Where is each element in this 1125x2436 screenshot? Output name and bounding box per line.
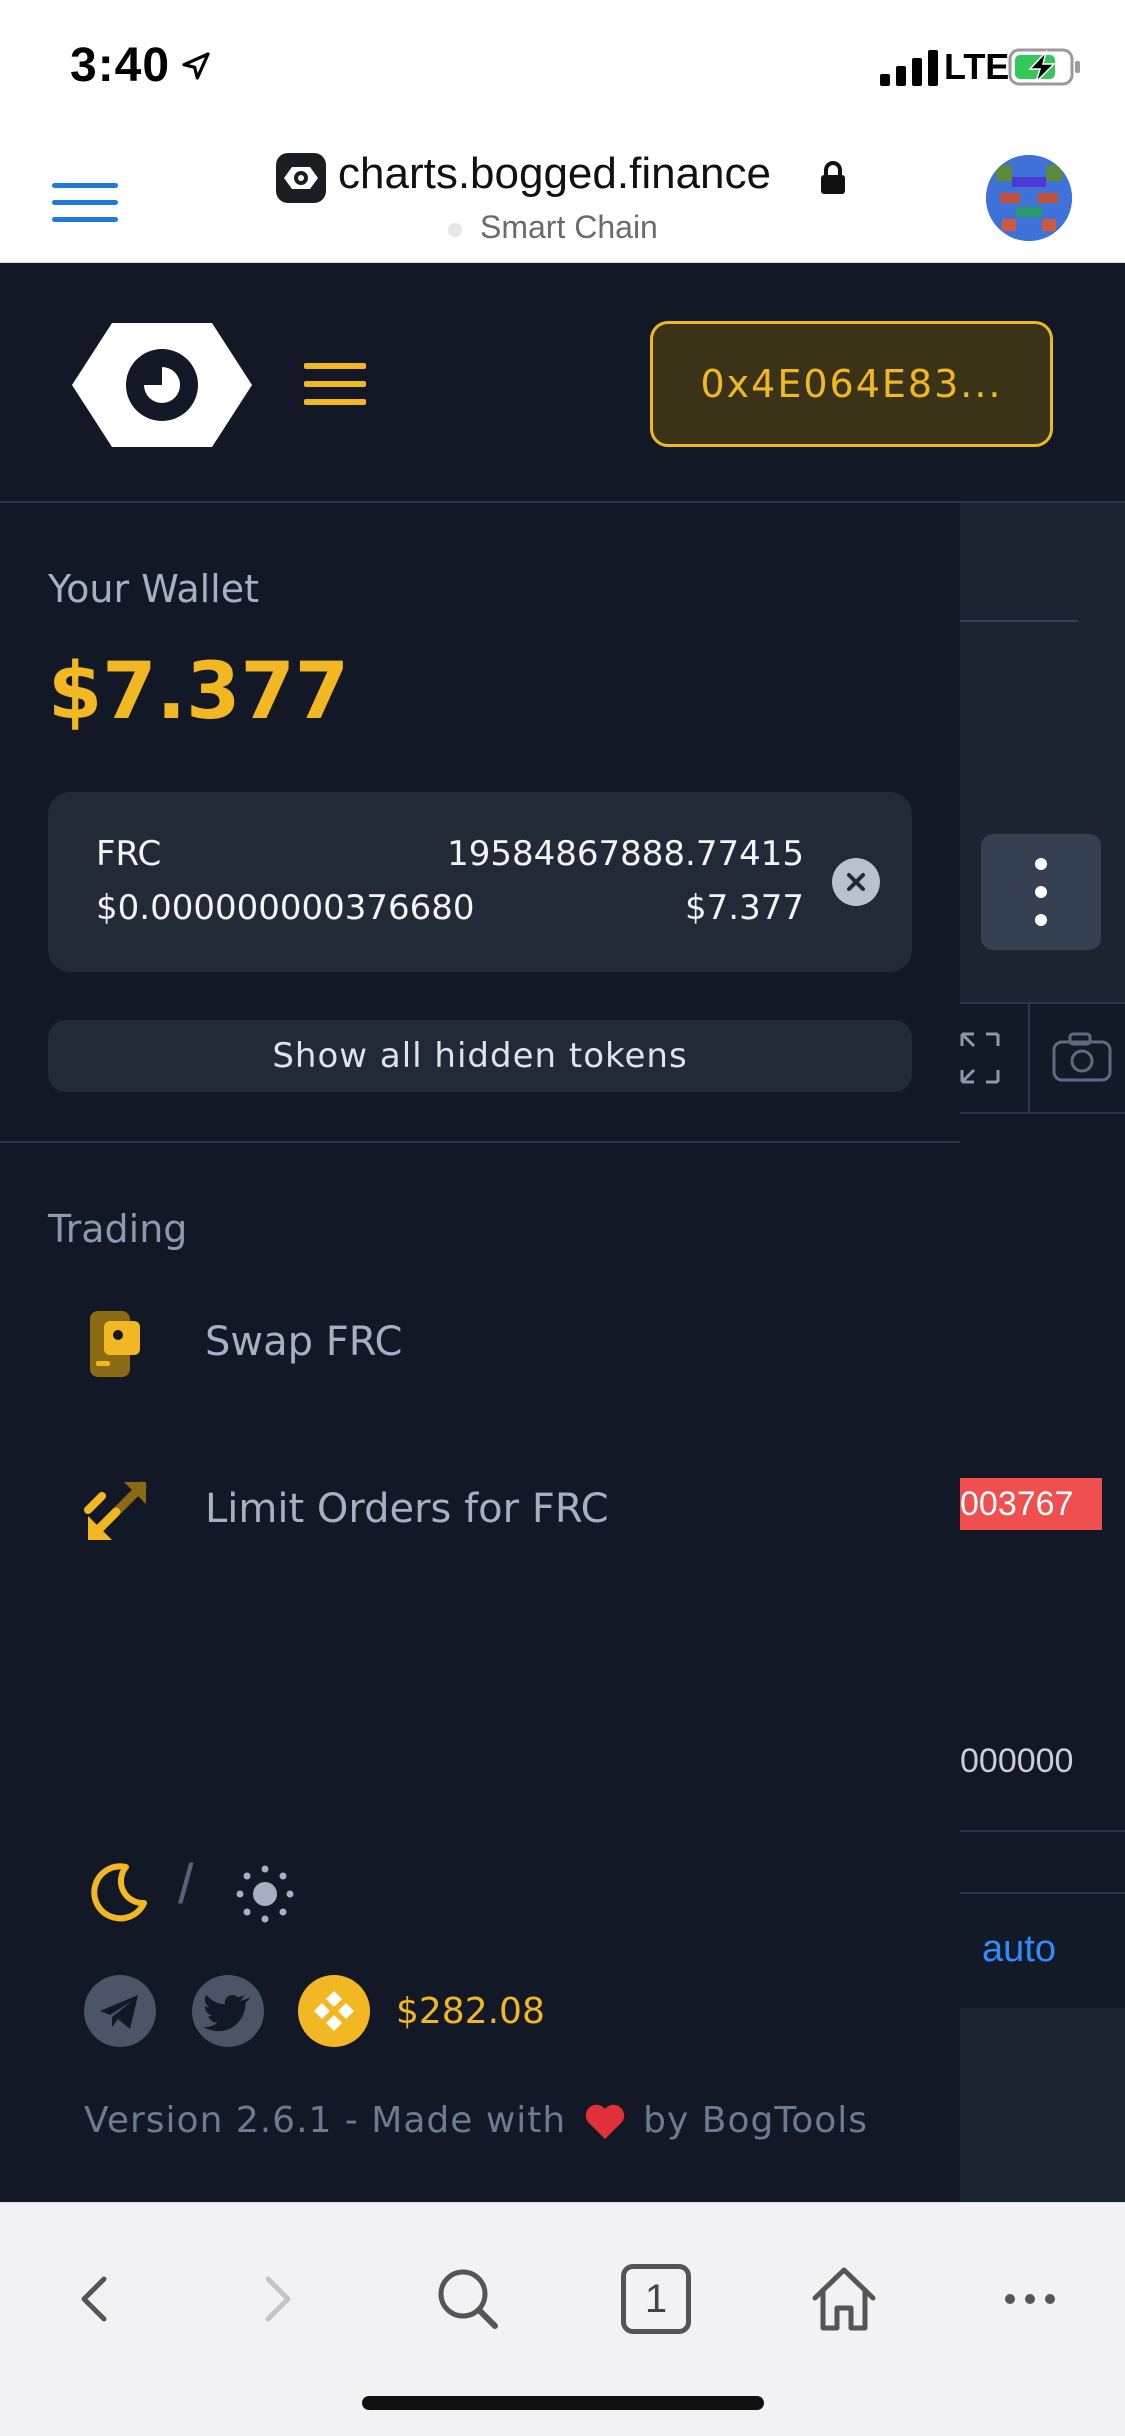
wallet-address-button[interactable]: 0x4E064E83... [650, 321, 1053, 447]
menu-item-label: Limit Orders for FRC [205, 1486, 609, 1532]
menu-item-swap[interactable]: Swap FRC [80, 1293, 840, 1403]
wallet-icon [90, 1311, 140, 1377]
theme-separator: / [178, 1852, 194, 1915]
fullscreen-icon[interactable] [960, 1030, 1000, 1086]
theme-toggle: / [86, 1851, 346, 1931]
bnb-icon [314, 1991, 354, 2031]
side-drawer: Your Wallet $7.377 FRC 19584867888.77415… [0, 505, 960, 2202]
background-divider [960, 620, 1078, 622]
menu-item-label: Swap FRC [205, 1319, 403, 1365]
wallet-balance: $7.377 [48, 647, 349, 737]
social-links: $282.08 [84, 1975, 684, 2055]
version-text: Version 2.6.1 - Made with by BogTools [84, 2100, 869, 2141]
close-icon [847, 873, 865, 891]
token-symbol: FRC [96, 834, 162, 874]
tabs-button[interactable]: 1 [616, 2259, 696, 2339]
location-arrow-icon [182, 52, 210, 80]
axis-value: 000000 [960, 1742, 1074, 1780]
site-favicon-icon [276, 153, 326, 203]
wallet-title: Your Wallet [48, 567, 260, 611]
home-button[interactable] [804, 2259, 884, 2339]
status-bar: 3:40 LTE [0, 0, 1125, 135]
more-button[interactable] [990, 2259, 1070, 2339]
search-button[interactable] [428, 2259, 508, 2339]
chevron-left-icon [81, 2276, 107, 2322]
moon-icon[interactable] [86, 1861, 148, 1923]
back-button[interactable] [54, 2259, 134, 2339]
toolbar-divider [1028, 1002, 1030, 1114]
axis-divider [960, 1830, 1125, 1832]
app-menu-button[interactable] [304, 363, 366, 409]
telegram-button[interactable] [84, 1975, 156, 2047]
profile-avatar[interactable] [986, 155, 1072, 241]
bnb-price: $282.08 [396, 1991, 545, 2032]
app-header: 0x4E064E83... [0, 263, 1125, 503]
more-icon [1005, 2294, 1055, 2304]
bogged-logo[interactable] [72, 323, 252, 447]
token-price: $0.000000000376680 [96, 888, 475, 928]
arrows-icon [84, 1481, 147, 1540]
token-value: $7.377 [685, 888, 804, 928]
heart-icon [585, 2104, 624, 2139]
chevron-right-icon [265, 2276, 291, 2322]
camera-icon[interactable] [1052, 1032, 1112, 1082]
trading-heading: Trading [48, 1207, 188, 1251]
browser-menu-button[interactable] [52, 183, 118, 227]
network-label: LTE [944, 46, 1010, 87]
show-hidden-tokens-button[interactable]: Show all hidden tokens [48, 1020, 912, 1092]
battery-charging-icon [1008, 48, 1080, 86]
background-bottom-panel [960, 2056, 1102, 2206]
home-icon [812, 2267, 876, 2331]
browser-address-bar: charts.bogged.finance Smart Chain [0, 135, 1125, 263]
status-time: 3:40 [70, 39, 171, 92]
home-indicator [362, 2396, 764, 2410]
tab-count: 1 [621, 2264, 691, 2334]
signal-icon [880, 50, 938, 86]
search-icon [438, 2269, 498, 2329]
twitter-button[interactable] [192, 1975, 264, 2047]
current-price-tag: 003767 [960, 1478, 1102, 1530]
telegram-icon [100, 1995, 138, 2029]
more-options-button[interactable] [981, 834, 1101, 950]
twitter-icon [203, 1994, 251, 2032]
forward-button[interactable] [238, 2259, 318, 2339]
drawer-divider [0, 1141, 960, 1143]
lock-icon [821, 161, 845, 194]
sun-icon[interactable] [234, 1863, 296, 1925]
site-url[interactable]: charts.bogged.finance [338, 149, 771, 199]
token-amount: 19584867888.77415 [447, 834, 804, 874]
site-subtitle: Smart Chain [480, 209, 658, 245]
bnb-button[interactable] [298, 1975, 370, 2047]
hide-token-button[interactable] [832, 858, 880, 906]
token-card[interactable]: FRC 19584867888.77415 $0.000000000376680… [48, 792, 912, 972]
auto-scale-button[interactable]: auto [982, 1928, 1056, 1971]
menu-item-limit-orders[interactable]: Limit Orders for FRC [80, 1460, 840, 1570]
